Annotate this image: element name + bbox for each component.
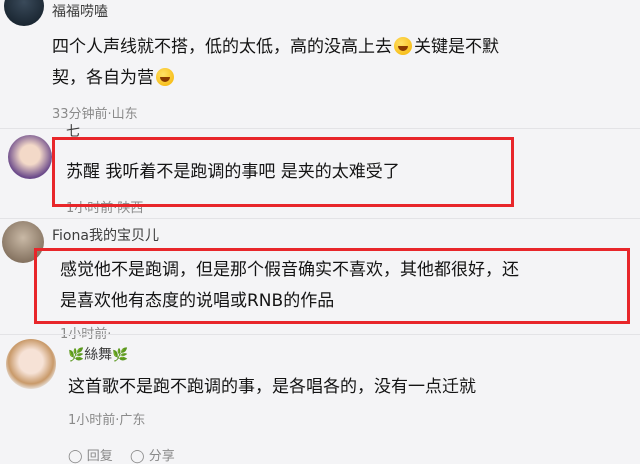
- avatar[interactable]: [8, 135, 52, 179]
- comment-username[interactable]: Fiona我的宝贝儿: [52, 225, 159, 245]
- comment-text: 四个人声线就不搭，低的太低，高的没高上去 关键是不默: [52, 37, 499, 57]
- comment-item: 🌿絲舞🌿 这首歌不是跑不跑调的事，是各唱各的，没有一点迁就 1小时前·广东 ◯ …: [0, 335, 640, 464]
- reply-icon: ◯: [68, 449, 83, 464]
- comment-text-line2: 契，各自为营: [52, 63, 176, 94]
- comment-username[interactable]: 🌿絲舞🌿: [68, 344, 128, 364]
- comment-text: 这首歌不是跑不跑调的事，是各唱各的，没有一点迁就: [68, 377, 476, 397]
- highlight-box: [52, 137, 514, 207]
- comment-item: 福福唠嗑 四个人声线就不搭，低的太低，高的没高上去 关键是不默 契，各自为营 33…: [0, 0, 640, 128]
- avatar[interactable]: [6, 339, 56, 389]
- comment-meta: 33分钟前·山东: [52, 107, 138, 122]
- leaf-icon: 🌿: [68, 348, 85, 363]
- share-icon: ◯: [130, 449, 145, 464]
- comment-username[interactable]: 福福唠嗑: [52, 1, 108, 21]
- laughing-tears-icon: [156, 68, 174, 86]
- avatar[interactable]: [4, 0, 44, 26]
- leaf-icon: 🌿: [112, 348, 129, 363]
- comment-meta: 1小时前·广东: [68, 413, 146, 428]
- laughing-tears-icon: [394, 37, 412, 55]
- reply-button[interactable]: ◯ 回复: [68, 445, 113, 464]
- highlight-box: [34, 248, 630, 324]
- share-button[interactable]: ◯ 分享: [130, 445, 175, 464]
